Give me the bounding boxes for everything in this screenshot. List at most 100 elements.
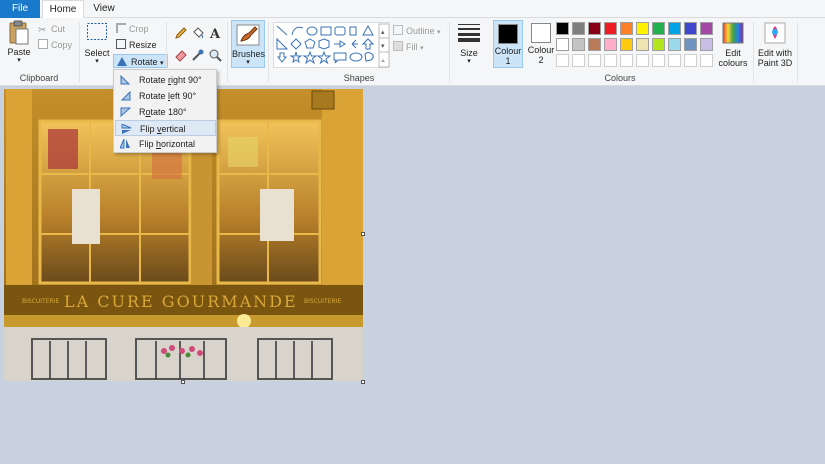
menu-item-flip-horizontal[interactable]: Flip horizontal	[115, 136, 216, 152]
canvas-resize-handle[interactable]	[181, 380, 185, 384]
palette-swatch[interactable]	[652, 54, 665, 67]
brushes-label: Brushes	[232, 49, 266, 59]
shapes-gallery-icons: ▴ ▾ ⩡	[276, 23, 390, 68]
rotate-180-icon	[120, 107, 131, 117]
palette-swatch[interactable]	[636, 54, 649, 67]
palette-swatch[interactable]	[588, 22, 601, 35]
group-divider	[79, 22, 80, 82]
svg-text:BISCUITERIE: BISCUITERIE	[22, 298, 59, 305]
edit-with-paint-3d-label: Edit with Paint 3D	[757, 48, 793, 68]
palette-swatch[interactable]	[588, 38, 601, 51]
group-divider	[268, 22, 269, 82]
palette-swatch[interactable]	[620, 38, 633, 51]
palette-swatch[interactable]	[572, 38, 585, 51]
palette-swatch[interactable]	[604, 54, 617, 67]
canvas-resize-handle[interactable]	[361, 380, 365, 384]
palette-swatch[interactable]	[572, 54, 585, 67]
palette-swatch[interactable]	[652, 22, 665, 35]
colour-picker-icon[interactable]	[191, 48, 205, 62]
svg-text:LA CURE GOURMANDE: LA CURE GOURMANDE	[64, 292, 298, 311]
flip-horizontal-icon	[120, 139, 130, 149]
menu-item-text: ight 90°	[171, 75, 202, 85]
palette-swatch[interactable]	[684, 54, 697, 67]
menu-item-flip-vertical[interactable]: Flip vertical	[115, 120, 216, 136]
select-button[interactable]: Select ▾	[83, 22, 111, 68]
size-label: Size	[460, 48, 478, 58]
eraser-icon[interactable]	[174, 48, 188, 62]
shapes-gallery[interactable]: ▴ ▾ ⩡	[273, 22, 390, 68]
paint-3d-icon	[764, 22, 786, 44]
crop-icon	[116, 23, 126, 33]
colour-1-swatch	[498, 24, 518, 44]
palette-swatch[interactable]	[668, 38, 681, 51]
palette-swatch[interactable]	[700, 54, 713, 67]
svg-text:BISCUITERIE: BISCUITERIE	[304, 298, 341, 305]
text-icon[interactable]: A	[208, 26, 222, 40]
crop-label: Crop	[129, 24, 149, 34]
canvas-resize-handle[interactable]	[361, 232, 365, 236]
chevron-down-icon: ▾	[467, 58, 471, 65]
palette-swatch[interactable]	[572, 22, 585, 35]
colour-1-button[interactable]: Colour 1	[493, 20, 523, 68]
palette-swatch[interactable]	[556, 22, 569, 35]
menu-item-text: orizontal	[161, 139, 196, 149]
outline-button[interactable]: Outline ▾	[393, 24, 441, 38]
menu-item-text: Rotate	[139, 91, 169, 101]
palette-swatch[interactable]	[604, 38, 617, 51]
select-rectangle-icon	[87, 23, 107, 40]
edit-colours-label: Edit colours	[718, 48, 748, 68]
palette-swatch[interactable]	[636, 22, 649, 35]
palette-swatch[interactable]	[620, 54, 633, 67]
palette-swatch[interactable]	[620, 22, 633, 35]
group-divider	[753, 22, 754, 82]
scissors-icon: ✂	[38, 25, 47, 36]
menu-item-text: tate 180°	[150, 107, 187, 117]
palette-swatch[interactable]	[604, 22, 617, 35]
crop-button[interactable]: Crop	[116, 22, 149, 36]
palette-swatch[interactable]	[684, 22, 697, 35]
fill-bucket-icon[interactable]	[191, 26, 205, 40]
palette-swatch[interactable]	[652, 38, 665, 51]
rainbow-palette-icon	[722, 22, 744, 44]
palette-swatch[interactable]	[636, 38, 649, 51]
menu-item-rotate-right-90[interactable]: Rotate right 90°	[115, 72, 216, 88]
palette-swatch[interactable]	[700, 38, 713, 51]
colours-group-label: Colours	[604, 73, 636, 83]
brush-icon	[236, 24, 260, 46]
menu-item-text: eft 90°	[170, 91, 197, 101]
colour-2-button[interactable]: Colour 2	[526, 20, 556, 68]
resize-button[interactable]: Resize	[116, 38, 157, 52]
brushes-button[interactable]: Brushes ▾	[231, 20, 265, 68]
tab-home[interactable]: Home	[42, 0, 84, 19]
cut-button[interactable]: ✂ Cut	[38, 22, 65, 36]
edit-with-paint-3d-button[interactable]: Edit with Paint 3D	[756, 22, 794, 70]
pencil-icon[interactable]	[174, 26, 188, 40]
paste-button[interactable]: Paste ▾	[4, 20, 34, 68]
rotate-button[interactable]: Rotate ▾	[113, 54, 168, 68]
palette-swatch[interactable]	[668, 22, 681, 35]
palette-swatch[interactable]	[556, 38, 569, 51]
tab-view[interactable]: View	[86, 0, 122, 18]
chevron-down-icon: ▾	[17, 57, 21, 64]
copy-button[interactable]: Copy	[38, 38, 72, 52]
palette-swatch[interactable]	[668, 54, 681, 67]
palette-swatch[interactable]	[684, 38, 697, 51]
edit-colours-button[interactable]: Edit colours	[715, 22, 751, 68]
menu-item-rotate-left-90[interactable]: Rotate left 90°	[115, 88, 216, 104]
chevron-down-icon: ▾	[437, 29, 441, 36]
copy-icon	[38, 39, 48, 49]
palette-swatch[interactable]	[700, 22, 713, 35]
tab-file[interactable]: File	[0, 0, 40, 18]
menu-item-text: Flip	[139, 139, 157, 149]
palette-swatch[interactable]	[556, 54, 569, 67]
shapes-group-label: Shapes	[343, 73, 375, 83]
size-button[interactable]: Size ▾	[454, 22, 484, 68]
clipboard-group-label: Clipboard	[19, 73, 59, 83]
fill-label: Fill	[406, 42, 418, 52]
outline-label: Outline	[406, 26, 435, 36]
fill-button[interactable]: Fill ▾	[393, 40, 424, 54]
magnifier-icon[interactable]	[208, 48, 222, 62]
palette-swatch[interactable]	[588, 54, 601, 67]
menu-item-rotate-180[interactable]: Rotate 180°	[115, 104, 216, 120]
paste-label: Paste	[7, 47, 31, 57]
